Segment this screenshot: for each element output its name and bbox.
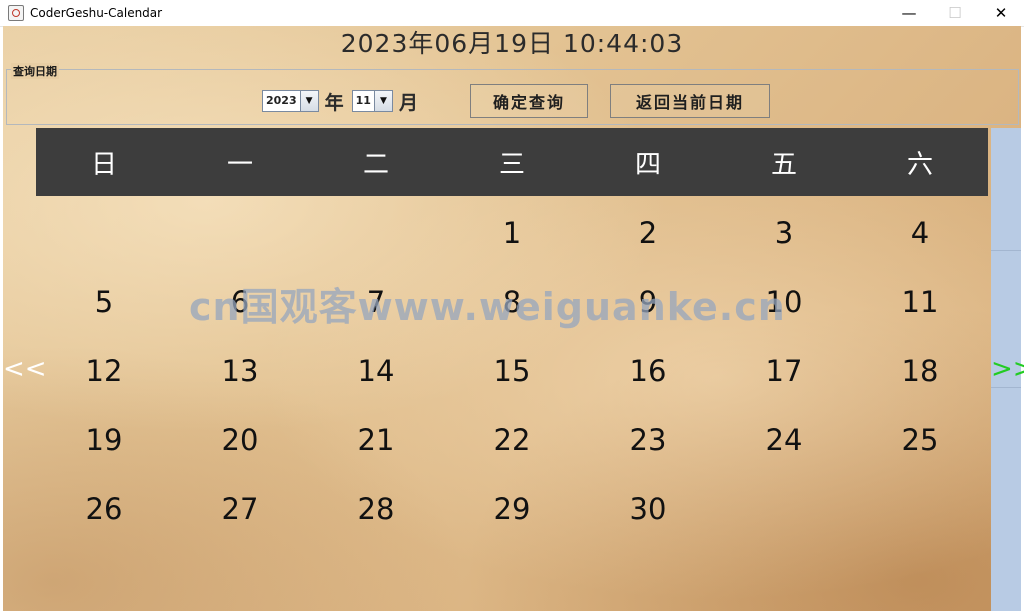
empty-day-cell — [852, 474, 988, 543]
calendar-content: 2023年06月19日 10:44:03 查询日期 2023 ▼ 年 11 ▼ … — [3, 26, 1024, 611]
month-select[interactable]: 11 ▼ — [351, 90, 393, 112]
day-cell[interactable]: 17 — [716, 336, 852, 405]
prev-month-button[interactable]: << — [3, 354, 47, 384]
day-cell[interactable]: 8 — [444, 267, 580, 336]
query-controls: 2023 ▼ 年 11 ▼ 月 确定查询 返回当前日期 — [262, 84, 770, 118]
java-cup-icon — [8, 5, 24, 21]
weekday-label: 五 — [770, 149, 797, 180]
next-month-button[interactable]: >> — [991, 354, 1024, 384]
day-cell[interactable]: 16 — [580, 336, 716, 405]
day-cell[interactable]: 18 — [852, 336, 988, 405]
weekday-label: 二 — [362, 149, 389, 180]
close-button[interactable]: ✕ — [978, 0, 1024, 26]
chevron-down-icon[interactable]: ▼ — [299, 91, 318, 111]
panel-legend: 查询日期 — [11, 63, 59, 79]
day-cell[interactable]: 19 — [36, 405, 172, 474]
day-cell[interactable]: 15 — [444, 336, 580, 405]
day-cell[interactable]: 13 — [172, 336, 308, 405]
empty-day-cell — [716, 474, 852, 543]
day-cell[interactable]: 28 — [308, 474, 444, 543]
weekday-label: 四 — [634, 149, 661, 180]
day-cell[interactable]: 23 — [580, 405, 716, 474]
day-cell[interactable]: 5 — [36, 267, 172, 336]
day-cell[interactable]: 24 — [716, 405, 852, 474]
weekday-header: 日一二三四五六 — [36, 128, 988, 196]
current-datetime: 2023年06月19日 10:44:03 — [340, 29, 684, 58]
weekday-label: 日 — [90, 149, 117, 180]
day-cell[interactable]: 21 — [308, 405, 444, 474]
day-cell[interactable]: 10 — [716, 267, 852, 336]
confirm-query-button[interactable]: 确定查询 — [469, 84, 588, 118]
year-select[interactable]: 2023 ▼ — [262, 90, 319, 112]
day-cell[interactable]: 7 — [308, 267, 444, 336]
year-unit-label: 年 — [324, 91, 344, 114]
day-cell[interactable]: 14 — [308, 336, 444, 405]
day-cell[interactable]: 1 — [444, 198, 580, 267]
strip-divider — [991, 250, 1021, 251]
days-grid: 1 2 3 4 5 6 7 8 9 10 11 12 13 14 15 16 17 18 19 20 21 22 23 24 2… — [36, 198, 988, 543]
day-cell[interactable]: 26 — [36, 474, 172, 543]
chevron-down-icon[interactable]: ▼ — [373, 91, 392, 111]
month-unit-label: 月 — [398, 91, 418, 114]
window-title: CoderGeshu-Calendar — [30, 6, 163, 20]
day-cell[interactable]: 25 — [852, 405, 988, 474]
calendar-window: CoderGeshu-Calendar — ☐ ✕ 2023年06月19日 10… — [0, 0, 1024, 614]
title-bar[interactable]: CoderGeshu-Calendar — ☐ ✕ — [0, 0, 1024, 27]
minimize-button[interactable]: — — [886, 0, 932, 26]
month-select-value: 11 — [352, 91, 374, 111]
maximize-button[interactable]: ☐ — [932, 0, 978, 26]
window-controls: — ☐ ✕ — [886, 0, 1024, 26]
day-cell[interactable]: 9 — [580, 267, 716, 336]
weekday-label: 三 — [498, 149, 525, 180]
day-cell[interactable]: 3 — [716, 198, 852, 267]
day-cell[interactable]: 6 — [172, 267, 308, 336]
weekday-label: 一 — [226, 149, 253, 180]
strip-divider — [991, 387, 1021, 388]
return-today-button[interactable]: 返回当前日期 — [609, 84, 770, 118]
empty-day-cell — [36, 198, 172, 267]
weekday-label: 六 — [906, 149, 933, 180]
query-date-panel: 查询日期 2023 ▼ 年 11 ▼ 月 确定查询 返回当前日期 — [6, 63, 1019, 125]
day-cell[interactable]: 22 — [444, 405, 580, 474]
day-cell[interactable]: 2 — [580, 198, 716, 267]
day-cell[interactable]: 12 — [36, 336, 172, 405]
day-cell[interactable]: 20 — [172, 405, 308, 474]
day-cell[interactable]: 30 — [580, 474, 716, 543]
empty-day-cell — [172, 198, 308, 267]
day-cell[interactable]: 4 — [852, 198, 988, 267]
year-select-value: 2023 — [263, 91, 300, 111]
empty-day-cell — [308, 198, 444, 267]
day-cell[interactable]: 11 — [852, 267, 988, 336]
day-cell[interactable]: 27 — [172, 474, 308, 543]
day-cell[interactable]: 29 — [444, 474, 580, 543]
